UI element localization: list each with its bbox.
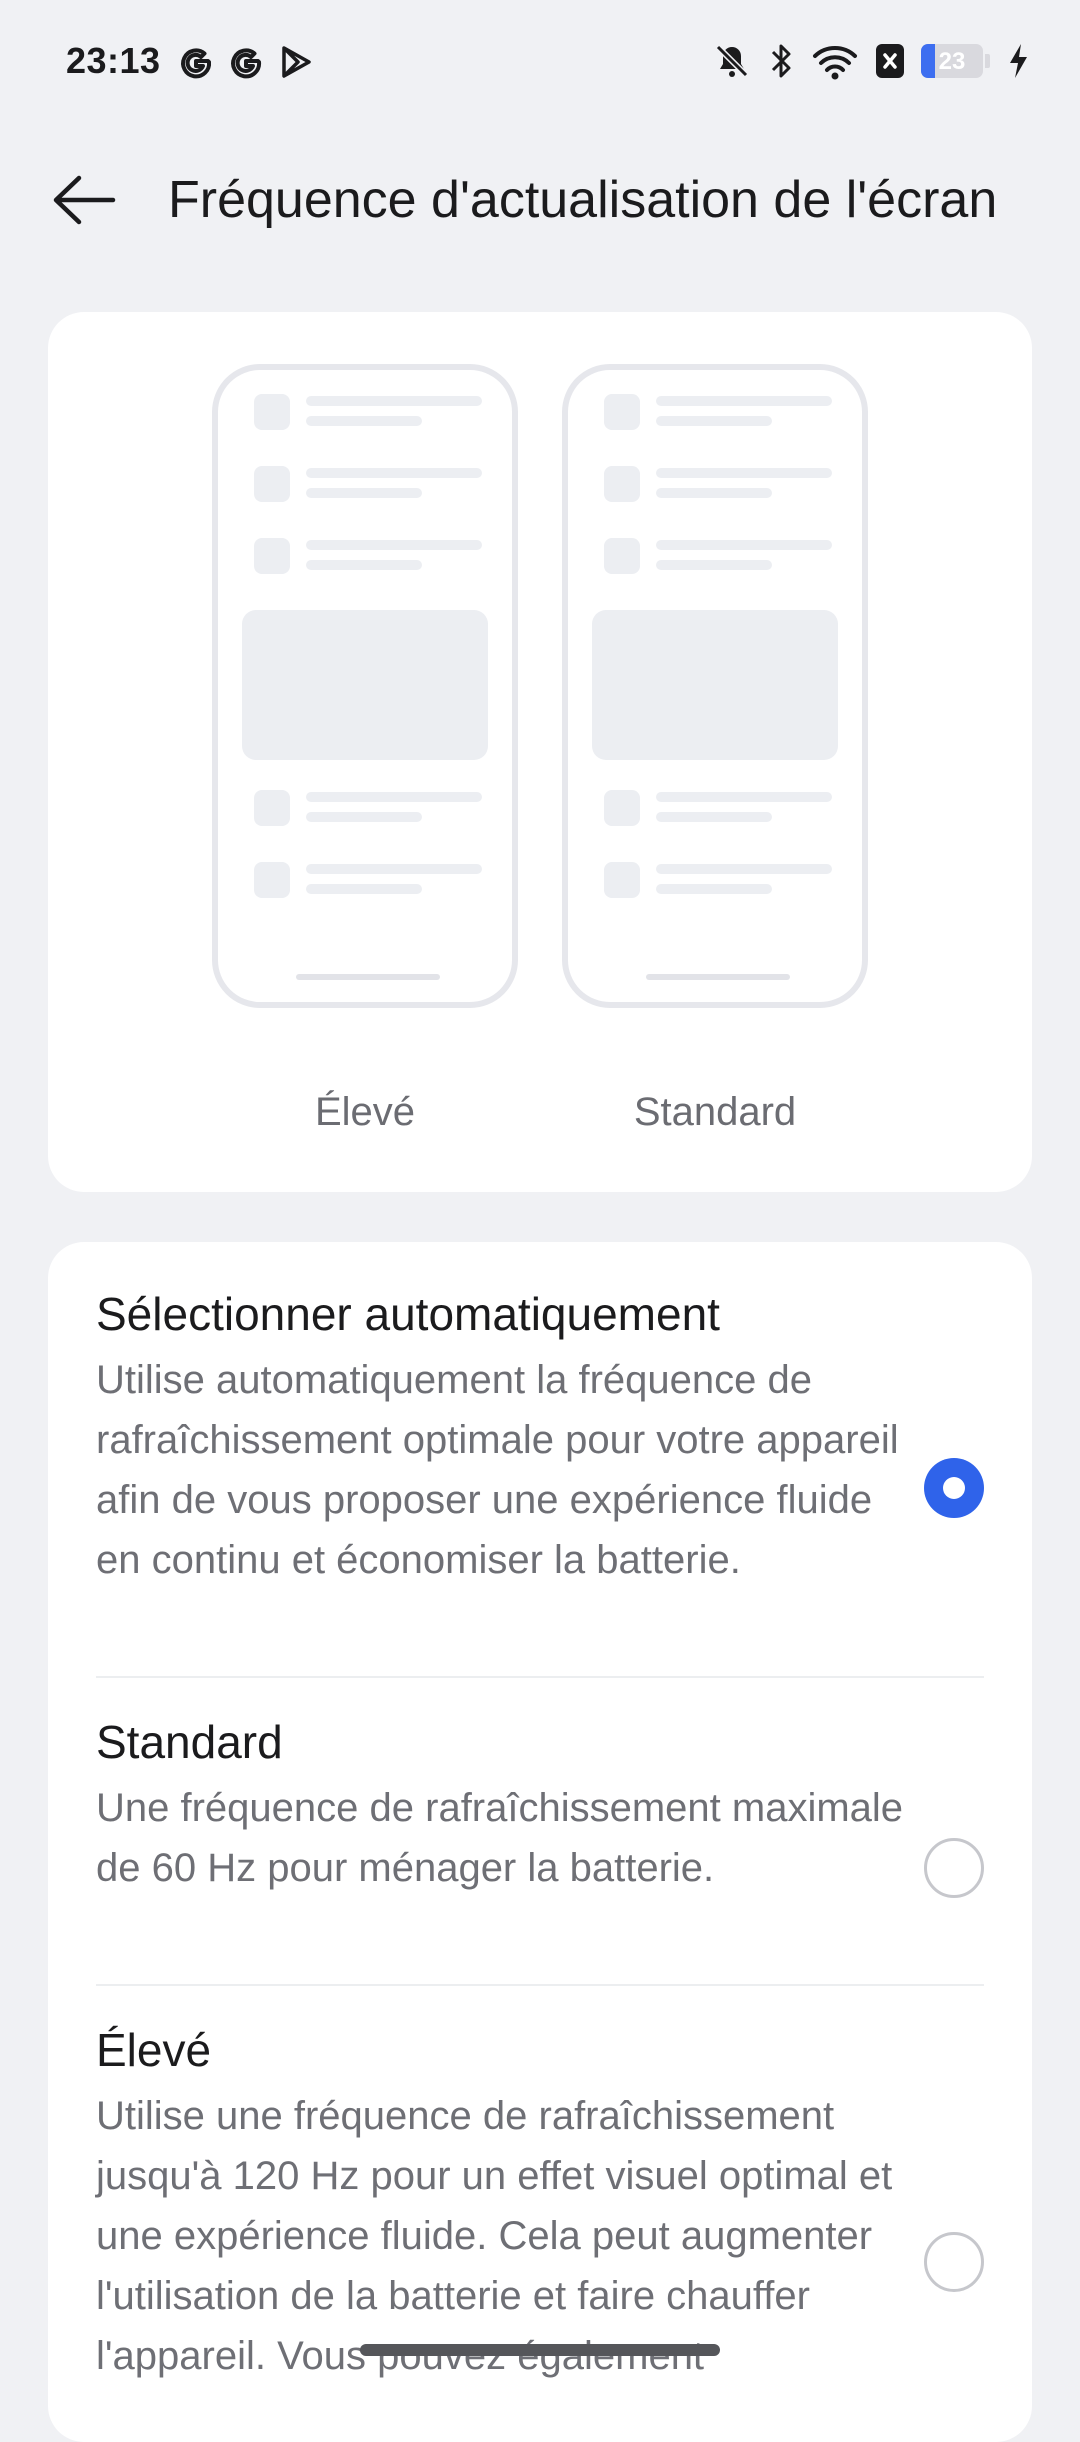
phone-preview-high xyxy=(212,364,518,1008)
option-standard-description: Une fréquence de rafraîchissement maxima… xyxy=(96,1786,904,1890)
back-button[interactable] xyxy=(44,170,124,230)
preview-line xyxy=(306,792,482,802)
preview-block xyxy=(592,610,838,760)
charging-icon xyxy=(1010,44,1027,78)
preview-line xyxy=(656,884,772,894)
google-icon xyxy=(231,48,262,79)
option-standard-title: Standard xyxy=(96,1716,283,1768)
bluetooth-icon xyxy=(771,44,791,78)
app-header: Fréquence d'actualisation de l'écran xyxy=(0,150,1080,250)
preview-line xyxy=(306,864,482,874)
refresh-rate-preview-card: Élevé Standard xyxy=(48,312,1032,1192)
preview-line xyxy=(656,864,832,874)
preview-line xyxy=(306,884,422,894)
preview-row-icon xyxy=(254,466,290,502)
wifi-icon xyxy=(813,46,857,80)
refresh-rate-options-card: Sélectionner automatiquement Utilise aut… xyxy=(48,1242,1032,2442)
status-bar: 23:13 23 xyxy=(0,0,1080,130)
preview-line xyxy=(656,416,772,426)
preview-line xyxy=(306,560,422,570)
preview-line xyxy=(306,468,482,478)
preview-home-bar xyxy=(296,974,440,980)
preview-line xyxy=(306,396,482,406)
preview-line xyxy=(656,540,832,550)
system-icons: 23 xyxy=(713,42,1030,80)
option-high-title: Élevé xyxy=(96,2024,212,2076)
preview-home-bar xyxy=(646,974,790,980)
preview-row-icon xyxy=(254,394,290,430)
google-icon xyxy=(181,48,212,79)
battery-indicator: 23 xyxy=(921,44,983,78)
preview-line xyxy=(656,396,832,406)
preview-row-icon xyxy=(604,466,640,502)
option-standard[interactable]: Standard Une fréquence de rafraîchisseme… xyxy=(96,1714,986,1898)
option-auto-description: Utilise automatiquement la fréquence de … xyxy=(96,1358,899,1582)
battery-percent: 23 xyxy=(938,48,966,75)
preview-label-standard: Standard xyxy=(633,1090,797,1134)
preview-line xyxy=(306,488,422,498)
preview-row-icon xyxy=(604,394,640,430)
preview-row-icon xyxy=(254,790,290,826)
option-auto[interactable]: Sélectionner automatiquement Utilise aut… xyxy=(96,1286,986,1590)
page-title: Fréquence d'actualisation de l'écran xyxy=(168,171,998,229)
option-standard-radio[interactable] xyxy=(924,1838,984,1898)
option-high-radio[interactable] xyxy=(924,2232,984,2292)
preview-row-icon xyxy=(604,790,640,826)
option-high-description: Utilise une fréquence de rafraîchissemen… xyxy=(96,2094,893,2378)
preview-line xyxy=(656,792,832,802)
preview-label-high: Élevé xyxy=(314,1090,416,1134)
bell-off-icon xyxy=(715,44,749,78)
preview-block xyxy=(242,610,488,760)
preview-line xyxy=(656,560,772,570)
preview-line xyxy=(306,540,482,550)
preview-line xyxy=(306,416,422,426)
battery-icon: 23 xyxy=(921,44,990,78)
play-store-icon xyxy=(282,46,311,78)
preview-line xyxy=(656,468,832,478)
divider xyxy=(96,1676,984,1678)
preview-row-icon xyxy=(604,862,640,898)
option-high[interactable]: Élevé Utilise une fréquence de rafraîchi… xyxy=(96,2022,986,2386)
preview-row-icon xyxy=(254,862,290,898)
preview-line xyxy=(656,812,772,822)
gesture-nav-bar[interactable] xyxy=(360,2344,720,2356)
sim-x-icon xyxy=(876,44,904,78)
preview-row-icon xyxy=(254,538,290,574)
phone-preview-standard xyxy=(562,364,868,1008)
battery-cap xyxy=(985,54,990,68)
preview-line xyxy=(656,488,772,498)
arrow-left-icon xyxy=(53,175,116,225)
preview-row-icon xyxy=(604,538,640,574)
status-time: 23:13 xyxy=(66,40,161,81)
divider xyxy=(96,1984,984,1986)
notification-icons xyxy=(178,44,314,80)
preview-line xyxy=(306,812,422,822)
option-auto-title: Sélectionner automatiquement xyxy=(96,1288,720,1340)
option-auto-radio[interactable] xyxy=(924,1458,984,1518)
